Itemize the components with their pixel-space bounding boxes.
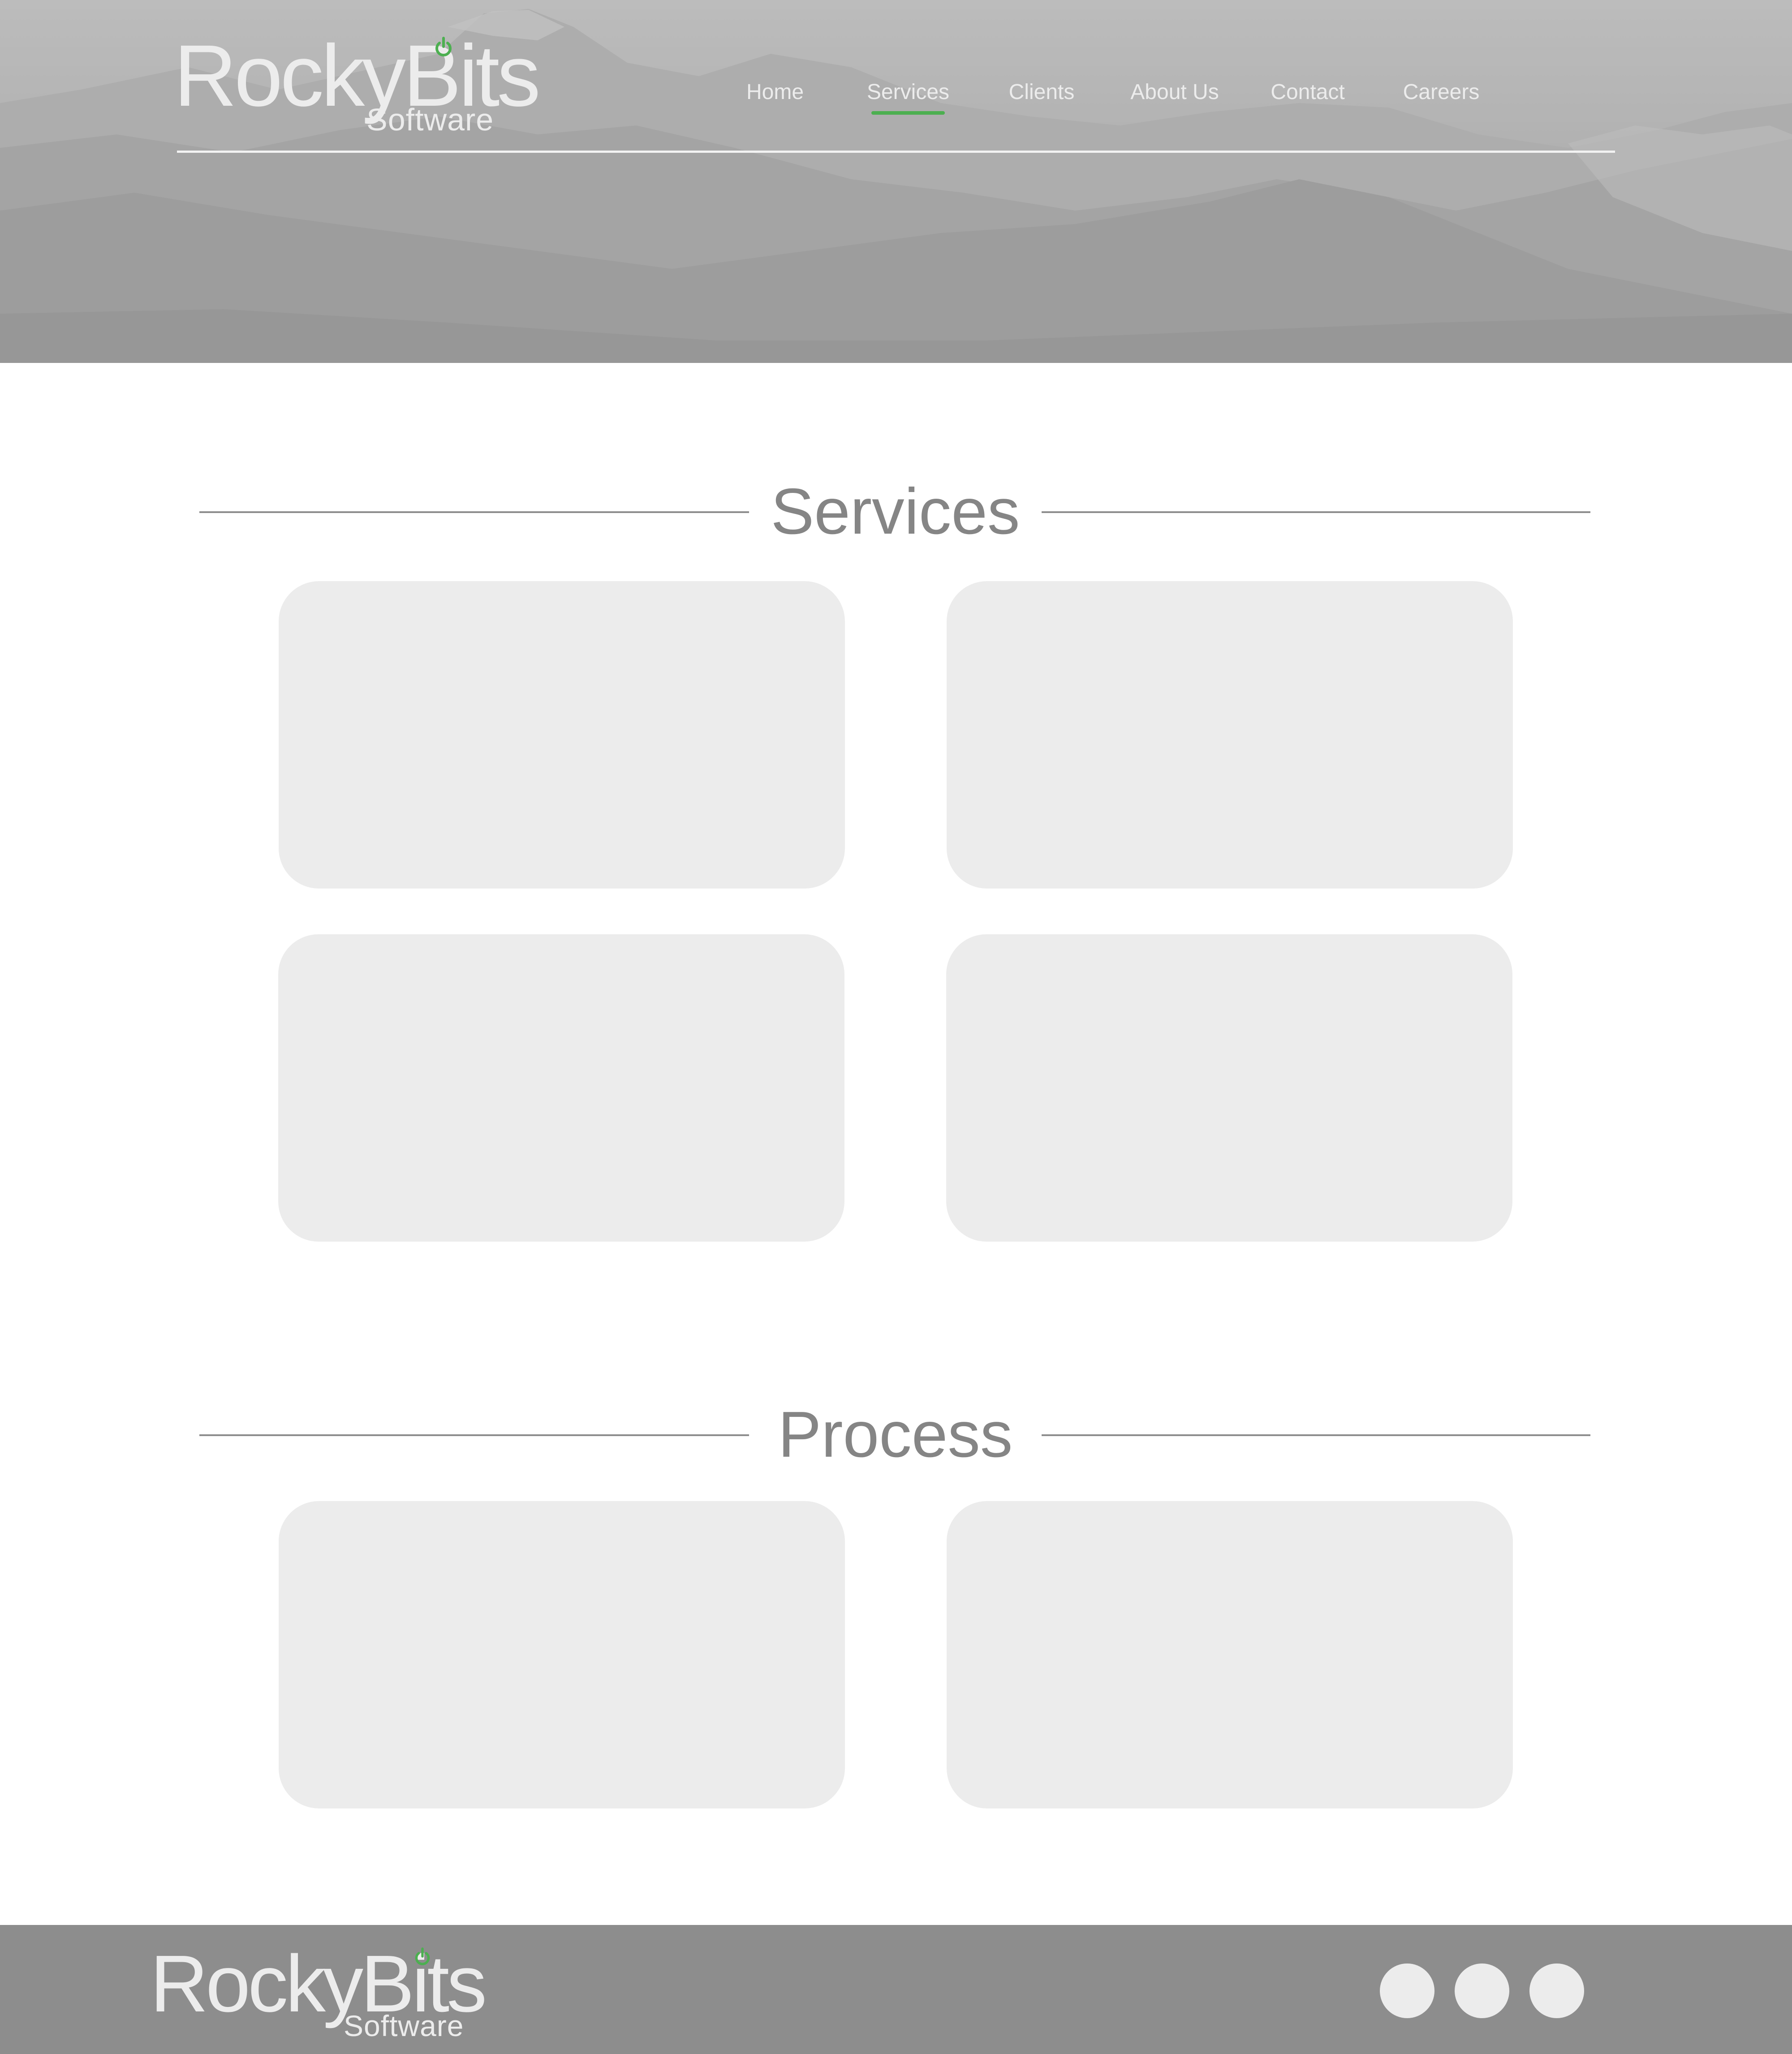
logo-tagline: Software	[366, 102, 494, 137]
heading-rule-right	[1042, 1434, 1590, 1436]
heading-rule-right	[1042, 511, 1590, 513]
nav-item-label: Contact	[1271, 80, 1345, 104]
footer-logo[interactable]: RockyBits Software	[150, 1944, 487, 2041]
nav-item-contact[interactable]: Contact	[1254, 80, 1361, 104]
nav-item-label: Services	[866, 80, 950, 104]
service-card[interactable]	[278, 934, 844, 1242]
process-card[interactable]	[947, 1501, 1513, 1808]
nav-item-label: Careers	[1403, 80, 1480, 104]
social-icon-1[interactable]	[1380, 1963, 1434, 2018]
service-card[interactable]	[947, 581, 1513, 889]
heading-rule-left	[199, 511, 749, 513]
main-nav: Home Services Clients About Us Contact C…	[717, 80, 1505, 120]
nav-item-label: Clients	[1008, 80, 1075, 104]
active-nav-indicator	[871, 111, 945, 115]
nav-item-clients[interactable]: Clients	[988, 80, 1095, 104]
service-card[interactable]	[946, 934, 1512, 1242]
service-card[interactable]	[279, 581, 845, 889]
nav-item-services[interactable]: Services	[854, 80, 962, 115]
process-heading: Process	[0, 1396, 1792, 1472]
social-icon-3[interactable]	[1529, 1963, 1584, 2018]
heading-rule-left	[199, 1434, 749, 1436]
power-icon	[415, 1947, 430, 1965]
section-title: Services	[771, 475, 1020, 548]
header-logo[interactable]: RockyBits Software	[174, 32, 541, 136]
services-heading: Services	[0, 473, 1792, 549]
power-icon	[435, 37, 452, 56]
header-divider	[177, 151, 1615, 153]
nav-item-about-us[interactable]: About Us	[1121, 80, 1228, 104]
nav-item-label: Home	[746, 80, 804, 104]
nav-item-careers[interactable]: Careers	[1387, 80, 1495, 104]
process-card[interactable]	[279, 1501, 845, 1808]
logo-tagline: Software	[344, 2009, 464, 2042]
section-title: Process	[778, 1398, 1013, 1471]
nav-item-label: About Us	[1130, 80, 1219, 104]
social-icon-2[interactable]	[1455, 1963, 1509, 2018]
hero-header: RockyBits Software Home Services Clients…	[0, 0, 1792, 363]
footer: RockyBits Software	[0, 1925, 1792, 2054]
nav-item-home[interactable]: Home	[721, 80, 829, 104]
